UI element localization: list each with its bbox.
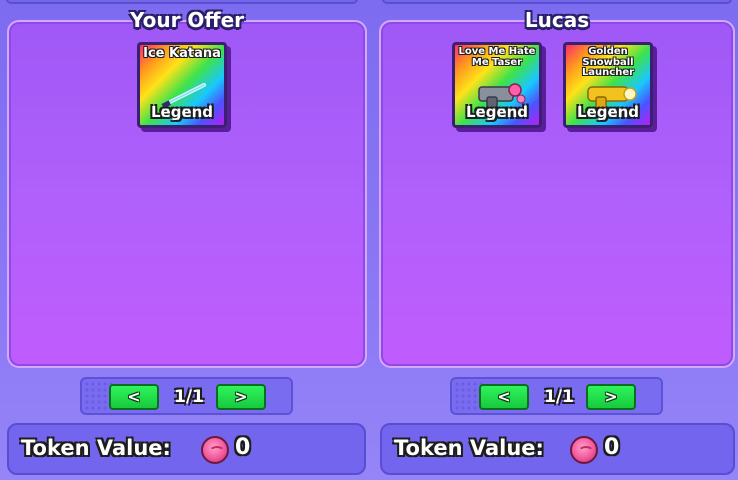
item-card-ice-katana[interactable]: Ice Katana Legend <box>137 42 227 128</box>
token-value-bar-right: Token Value: 0 <box>380 423 735 475</box>
item-rarity: Legend <box>150 103 214 121</box>
your-offer-box: Ice Katana Legend <box>7 20 367 368</box>
top-frame-left <box>6 0 358 4</box>
lucas-offer-box: Love Me Hate Me Taser Legend Golden Snow… <box>379 20 735 368</box>
token-coin-icon <box>570 436 598 464</box>
item-card-golden-snowball-launcher[interactable]: Golden Snowball Launcher Legend <box>563 42 653 128</box>
page-indicator: 1/1 <box>544 387 574 407</box>
pager-right: < 1/1 > <box>450 377 663 415</box>
item-name: Ice Katana <box>143 46 221 61</box>
prev-page-button[interactable]: < <box>109 384 159 410</box>
pager-left: < 1/1 > <box>80 377 293 415</box>
next-page-button[interactable]: > <box>216 384 266 410</box>
page-indicator: 1/1 <box>174 387 204 407</box>
item-rarity: Legend <box>576 103 640 121</box>
item-rarity: Legend <box>465 103 529 121</box>
panel-title-lucas: Lucas <box>524 8 590 32</box>
token-value: 0 <box>235 435 251 460</box>
panel-title-your-offer: Your Offer <box>129 8 245 32</box>
item-name: Golden Snowball Launcher <box>581 46 635 78</box>
token-value-label: Token Value: <box>394 436 544 460</box>
token-value-label: Token Value: <box>21 436 171 460</box>
top-frame-right <box>382 0 732 4</box>
token-value: 0 <box>604 435 620 460</box>
next-page-button[interactable]: > <box>586 384 636 410</box>
prev-page-button[interactable]: < <box>479 384 529 410</box>
item-name: Love Me Hate Me Taser <box>458 46 536 68</box>
item-card-love-me-hate-me-taser[interactable]: Love Me Hate Me Taser Legend <box>452 42 542 128</box>
token-coin-icon <box>201 436 229 464</box>
trade-window: Ice Katana Legend Your Offer < 1/1 > Tok… <box>0 0 738 480</box>
token-value-bar-left: Token Value: 0 <box>7 423 366 475</box>
